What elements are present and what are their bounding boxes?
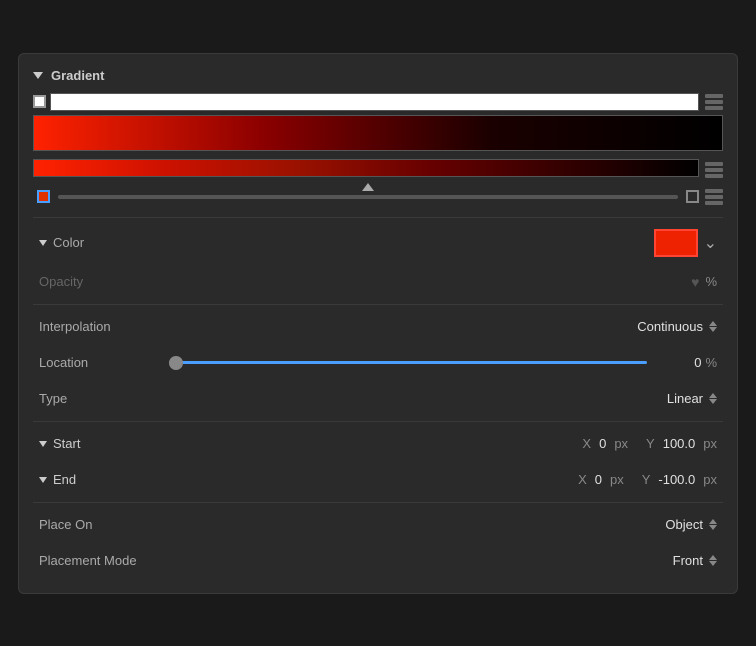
start-x-axis: X (582, 436, 591, 451)
start-x-unit: px (614, 436, 628, 451)
interpolation-row: Interpolation Continuous (19, 309, 737, 345)
end-row: End X 0 px Y -100.0 px (19, 462, 737, 498)
line1 (705, 94, 723, 98)
placement-mode-label: Placement Mode (39, 553, 199, 568)
location-label: Location (39, 355, 159, 370)
line3 (705, 174, 723, 178)
place-on-down (709, 525, 717, 530)
start-y-unit: px (703, 436, 717, 451)
placement-mode-up (709, 555, 717, 560)
stepper-up-arrow (709, 321, 717, 326)
opacity-row: Opacity ♥ % (19, 264, 737, 300)
line3 (705, 201, 723, 205)
type-value: Linear (667, 391, 703, 406)
line3 (705, 106, 723, 110)
location-value-group: 0 % (657, 355, 717, 370)
location-slider-thumb[interactable] (169, 356, 183, 370)
type-label: Type (39, 391, 199, 406)
end-y-value[interactable]: -100.0 (658, 472, 695, 487)
color-value-group: ⌄ (199, 229, 717, 257)
placement-mode-value-group: Front (199, 553, 717, 568)
interpolation-label: Interpolation (39, 319, 199, 334)
start-coords: X 0 px Y 100.0 px (199, 436, 717, 451)
section-header: Gradient (19, 68, 737, 93)
end-x-axis: X (578, 472, 587, 487)
gradient-area (19, 93, 737, 181)
stacked-lines-icon-bottom[interactable] (705, 162, 723, 178)
heart-icon: ♥ (691, 274, 699, 290)
type-row: Type Linear (19, 381, 737, 417)
interpolation-stepper[interactable] (709, 321, 717, 332)
white-gradient-bar[interactable] (50, 93, 699, 111)
divider-4 (33, 502, 723, 503)
end-expand-label[interactable]: End (39, 472, 199, 487)
place-on-value: Object (665, 517, 703, 532)
color-dropdown-arrow[interactable]: ⌄ (704, 233, 717, 253)
line2 (705, 100, 723, 104)
location-unit: % (705, 355, 717, 370)
section-title: Gradient (51, 68, 104, 83)
start-expand-label[interactable]: Start (39, 436, 199, 451)
start-row: Start X 0 px Y 100.0 px (19, 426, 737, 462)
location-row: Location 0 % (19, 345, 737, 381)
interpolation-value-group: Continuous (199, 319, 717, 334)
divider-2 (33, 304, 723, 305)
start-x-value[interactable]: 0 (599, 436, 606, 451)
start-triangle-icon (39, 441, 47, 447)
red-gradient-bar[interactable] (33, 115, 723, 151)
end-x-unit: px (610, 472, 624, 487)
end-y-unit: px (703, 472, 717, 487)
divider-1 (33, 217, 723, 218)
place-on-up (709, 519, 717, 524)
placement-mode-value: Front (673, 553, 703, 568)
red-color-stop[interactable] (37, 190, 50, 203)
line2 (705, 168, 723, 172)
stepper-down-arrow (709, 327, 717, 332)
location-value: 0 (694, 355, 701, 370)
line1 (705, 189, 723, 193)
color-section-label: Color (39, 235, 199, 250)
end-coords: X 0 px Y -100.0 px (199, 472, 717, 487)
stop-track[interactable] (58, 195, 678, 199)
line2 (705, 195, 723, 199)
color-stop-row (19, 185, 737, 209)
end-y-axis: Y (642, 472, 651, 487)
color-swatch[interactable] (654, 229, 698, 257)
line1 (705, 162, 723, 166)
place-on-label: Place On (39, 517, 199, 532)
place-on-stepper[interactable] (709, 519, 717, 530)
start-y-axis: Y (646, 436, 655, 451)
type-stepper-up (709, 393, 717, 398)
location-slider-track[interactable] (169, 361, 647, 364)
end-x-value[interactable]: 0 (595, 472, 602, 487)
gradient-bar-thin[interactable] (33, 159, 699, 177)
end-triangle-icon (39, 477, 47, 483)
type-stepper[interactable] (709, 393, 717, 404)
place-on-value-group: Object (199, 517, 717, 532)
stacked-lines-icon-top[interactable] (705, 94, 723, 110)
start-y-value[interactable]: 100.0 (663, 436, 696, 451)
white-color-stop[interactable] (33, 95, 46, 108)
type-value-group: Linear (199, 391, 717, 406)
color-section-triangle[interactable] (39, 240, 47, 246)
gradient-panel: Gradient (18, 53, 738, 594)
opacity-value-group: ♥ % (199, 274, 717, 290)
color-row: Color ⌄ (19, 222, 737, 264)
opacity-label: Opacity (39, 274, 199, 289)
collapse-icon[interactable] (33, 72, 43, 79)
placement-mode-row: Placement Mode Front (19, 543, 737, 579)
divider-3 (33, 421, 723, 422)
empty-color-stop[interactable] (686, 190, 699, 203)
location-slider-container (169, 354, 647, 372)
stop-stacked-icon[interactable] (705, 189, 723, 205)
placement-mode-stepper[interactable] (709, 555, 717, 566)
interpolation-value: Continuous (637, 319, 703, 334)
stop-triangle (362, 183, 374, 191)
placement-mode-down (709, 561, 717, 566)
type-stepper-down (709, 399, 717, 404)
place-on-row: Place On Object (19, 507, 737, 543)
